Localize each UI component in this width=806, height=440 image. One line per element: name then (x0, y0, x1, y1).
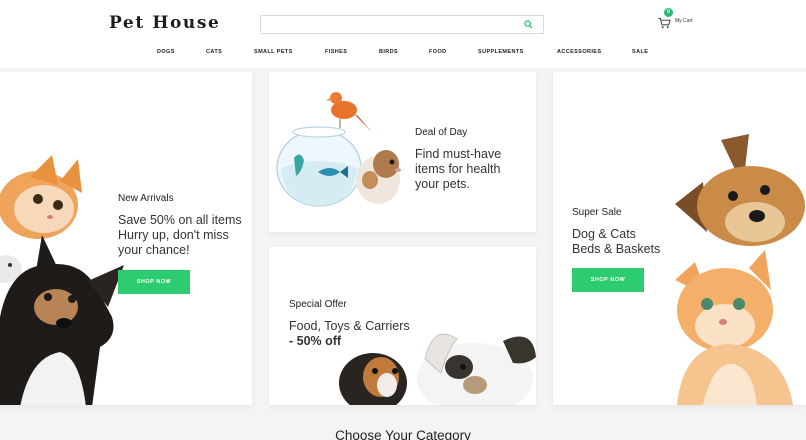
deal-of-day-line3: your pets. (415, 177, 470, 191)
banner-super-sale[interactable]: Super Sale Dog & Cats Beds & Baskets SHO… (553, 72, 806, 405)
dog-cat-illustration (675, 134, 805, 405)
deal-of-day-line2: items for health (415, 162, 501, 176)
nav-item-birds[interactable]: BIRDS (379, 49, 398, 55)
special-offer-discount: - 50% off (289, 334, 342, 348)
cart-button[interactable]: 0 My Cart (658, 8, 718, 34)
cart-icon (658, 17, 671, 29)
nav-item-supplements[interactable]: SUPPLEMENTS (478, 49, 524, 55)
deal-of-day-eyebrow: Deal of Day (415, 127, 468, 138)
special-offer-line1: Food, Toys & Carriers (289, 319, 410, 333)
cart-label[interactable]: My Cart (675, 18, 693, 24)
banner-deal-of-day[interactable]: Deal of Day Find must-have items for hea… (269, 72, 536, 232)
new-arrivals-line3: your chance! (118, 243, 190, 257)
main-nav: DOGS CATS SMALL PETS FISHES BIRDS FOOD S… (0, 49, 806, 59)
search-bar[interactable] (260, 15, 544, 34)
super-sale-line2: Beds & Baskets (572, 242, 661, 256)
new-arrivals-line2: Hurry up, don't miss (118, 228, 229, 242)
search-icon[interactable] (524, 20, 533, 29)
super-sale-eyebrow: Super Sale (572, 207, 622, 218)
section-title: Choose Your Category (335, 428, 471, 440)
deal-of-day-line1: Find must-have (415, 147, 502, 161)
super-sale-shop-now-button[interactable]: SHOP NOW (572, 268, 644, 292)
nav-item-food[interactable]: FOOD (429, 49, 447, 55)
nav-item-cats[interactable]: CATS (206, 49, 222, 55)
nav-item-dogs[interactable]: DOGS (157, 49, 175, 55)
site-logo[interactable]: Pet House (109, 13, 220, 33)
new-arrivals-eyebrow: New Arrivals (118, 193, 174, 204)
new-arrivals-shop-now-button[interactable]: SHOP NOW (118, 270, 190, 294)
banner-new-arrivals[interactable]: New Arrivals Save 50% on all items Hurry… (0, 72, 252, 405)
nav-item-sale[interactable]: SALE (632, 49, 648, 55)
nav-item-small-pets[interactable]: SMALL PETS (254, 49, 293, 55)
banner-special-offer[interactable]: Special Offer Food, Toys & Carriers - 50… (269, 247, 536, 405)
new-arrivals-line1: Save 50% on all items (118, 213, 242, 227)
super-sale-line1: Dog & Cats (572, 227, 636, 241)
fish-bowl-bird-hamster-illustration (276, 92, 401, 207)
nav-item-accessories[interactable]: ACCESSORIES (557, 49, 601, 55)
cart-count-badge: 0 (664, 8, 673, 17)
nav-item-fishes[interactable]: FISHES (325, 49, 347, 55)
special-offer-eyebrow: Special Offer (289, 299, 347, 310)
site-header: Pet House 0 My Cart DOGS CATS SMALL PETS… (0, 0, 806, 68)
